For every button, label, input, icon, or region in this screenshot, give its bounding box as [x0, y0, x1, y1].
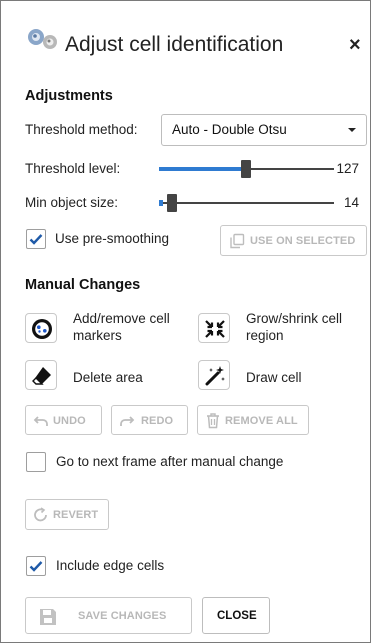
draw-cell-label[interactable]: Draw cell [246, 369, 302, 386]
slider-fill [159, 200, 163, 206]
include-edge-cells-checkbox[interactable] [26, 556, 46, 576]
manual-changes-heading: Manual Changes [25, 277, 141, 293]
slider-thumb[interactable] [241, 160, 251, 178]
save-icon [38, 607, 58, 632]
dialog-title: Adjust cell identification [65, 33, 284, 56]
redo-button[interactable]: REDO [111, 405, 188, 435]
copy-icon [229, 233, 245, 254]
slider-fill [159, 167, 245, 171]
threshold-method-select[interactable]: Auto - Double Otsu [161, 114, 367, 146]
chevron-down-icon [346, 123, 358, 141]
close-label: CLOSE [217, 610, 257, 622]
remove-all-label: REMOVE ALL [225, 415, 298, 427]
delete-area-button[interactable] [25, 360, 57, 390]
use-on-selected-button[interactable]: USE ON SELECTED [220, 225, 367, 256]
slider-thumb[interactable] [167, 194, 177, 212]
next-frame-checkbox[interactable] [26, 452, 46, 472]
undo-icon [33, 413, 49, 434]
eraser-icon [32, 367, 51, 385]
close-button[interactable]: CLOSE [202, 597, 270, 634]
min-object-size-value: 14 [343, 195, 359, 210]
checkmark-icon [29, 561, 43, 572]
threshold-method-label: Threshold method: [25, 122, 138, 137]
grow-shrink-button[interactable] [198, 313, 230, 343]
adjustments-heading: Adjustments [25, 88, 113, 104]
save-changes-button[interactable]: SAVE CHANGES [25, 597, 192, 634]
cells-logo-icon [27, 26, 59, 52]
revert-icon [33, 507, 49, 528]
pre-smoothing-label: Use pre-smoothing [55, 231, 170, 246]
next-frame-label: Go to next frame after manual change [56, 454, 284, 469]
undo-label: UNDO [53, 415, 86, 427]
pre-smoothing-checkbox[interactable] [26, 229, 46, 249]
include-edge-cells-label: Include edge cells [56, 558, 165, 573]
add-remove-markers-button[interactable] [25, 313, 57, 343]
threshold-level-label: Threshold level: [25, 161, 121, 176]
revert-label: REVERT [53, 509, 99, 521]
grow-shrink-label[interactable]: Grow/shrink cell region [246, 310, 368, 344]
add-remove-markers-label[interactable]: Add/remove cell markers [73, 310, 193, 344]
use-on-selected-label: USE ON SELECTED [250, 235, 356, 247]
redo-label: REDO [141, 415, 174, 427]
min-object-size-slider[interactable] [159, 193, 334, 213]
slider-track [159, 202, 334, 204]
delete-area-label[interactable]: Delete area [73, 369, 143, 386]
draw-cell-button[interactable] [198, 360, 230, 390]
close-icon[interactable]: × [349, 35, 361, 55]
adjust-cell-dialog: Adjust cell identification × Adjustments… [0, 0, 371, 643]
undo-button[interactable]: UNDO [25, 405, 102, 435]
threshold-level-slider[interactable] [159, 159, 334, 179]
cell-markers-icon [32, 319, 52, 339]
remove-all-button[interactable]: REMOVE ALL [197, 405, 309, 435]
threshold-method-value: Auto - Double Otsu [172, 122, 287, 137]
threshold-level-value: 127 [336, 161, 359, 176]
magic-wand-icon [205, 366, 225, 386]
redo-icon [119, 413, 135, 434]
grow-shrink-icon [205, 320, 225, 338]
trash-icon [205, 412, 221, 434]
revert-button[interactable]: REVERT [25, 499, 109, 530]
min-object-size-label: Min object size: [25, 195, 119, 210]
checkmark-icon [29, 234, 43, 245]
save-changes-label: SAVE CHANGES [78, 610, 167, 622]
